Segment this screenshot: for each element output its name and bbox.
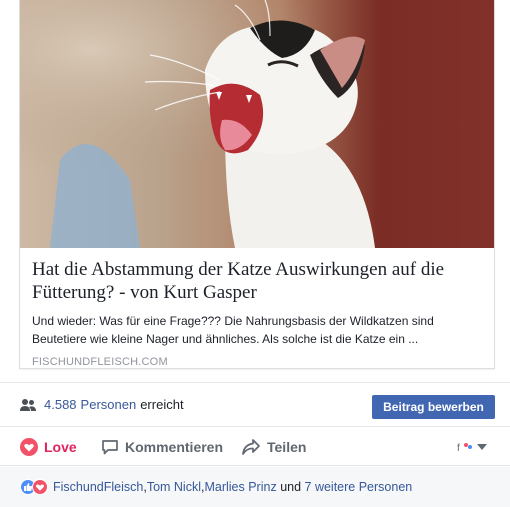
love-button[interactable]: Love (20, 437, 77, 456)
post-actions: Love Kommentieren Teilen f (0, 428, 510, 466)
cat-yawning-photo (20, 0, 494, 248)
share-label: Teilen (267, 438, 307, 455)
reaction-picker-button[interactable]: f (457, 441, 487, 453)
article-domain: FISCHUNDFLEISCH.COM (32, 356, 168, 368)
reaction-picker-icon: f (457, 442, 472, 453)
reactor-name[interactable]: Tom Nickl (147, 480, 201, 494)
article-snippet: Und wieder: Was für eine Frage??? Die Na… (32, 314, 434, 346)
heart-icon (20, 437, 38, 456)
reactor-others[interactable]: 7 weitere Personen (305, 480, 413, 494)
reach-suffix: erreicht (140, 397, 184, 412)
comment-label: Kommentieren (125, 438, 224, 455)
link-preview-card[interactable]: Hat die Abstammung der Katze Auswirkunge… (19, 0, 495, 369)
boost-post-button[interactable]: Beitrag bewerben (372, 395, 495, 419)
reactor-name[interactable]: FischundFleisch (53, 480, 143, 494)
article-headline[interactable]: Hat die Abstammung der Katze Auswirkunge… (32, 258, 486, 304)
share-button[interactable]: Teilen (241, 438, 306, 456)
article-image[interactable] (20, 0, 494, 248)
reactor-connector: und (276, 480, 305, 494)
chevron-down-icon (477, 443, 487, 450)
reactor-name[interactable]: Marlies Prinz (204, 480, 276, 494)
people-icon (20, 398, 36, 411)
reach-count[interactable]: 4.588 (44, 397, 77, 412)
article-text: Hat die Abstammung der Katze Auswirkunge… (32, 258, 486, 368)
comment-icon (102, 439, 118, 454)
love-reaction-icon (32, 479, 48, 495)
reach-count-label[interactable]: Personen (81, 397, 137, 412)
comment-button[interactable]: Kommentieren (101, 438, 223, 456)
svg-text:f: f (457, 443, 460, 453)
share-icon (242, 438, 260, 455)
love-label: Love (44, 438, 77, 455)
reactions-summary[interactable]: FischundFleisch, Tom Nickl, Marlies Prin… (0, 467, 510, 507)
reach-bar: 4.588 Personen erreicht Beitrag bewerben (0, 382, 510, 427)
